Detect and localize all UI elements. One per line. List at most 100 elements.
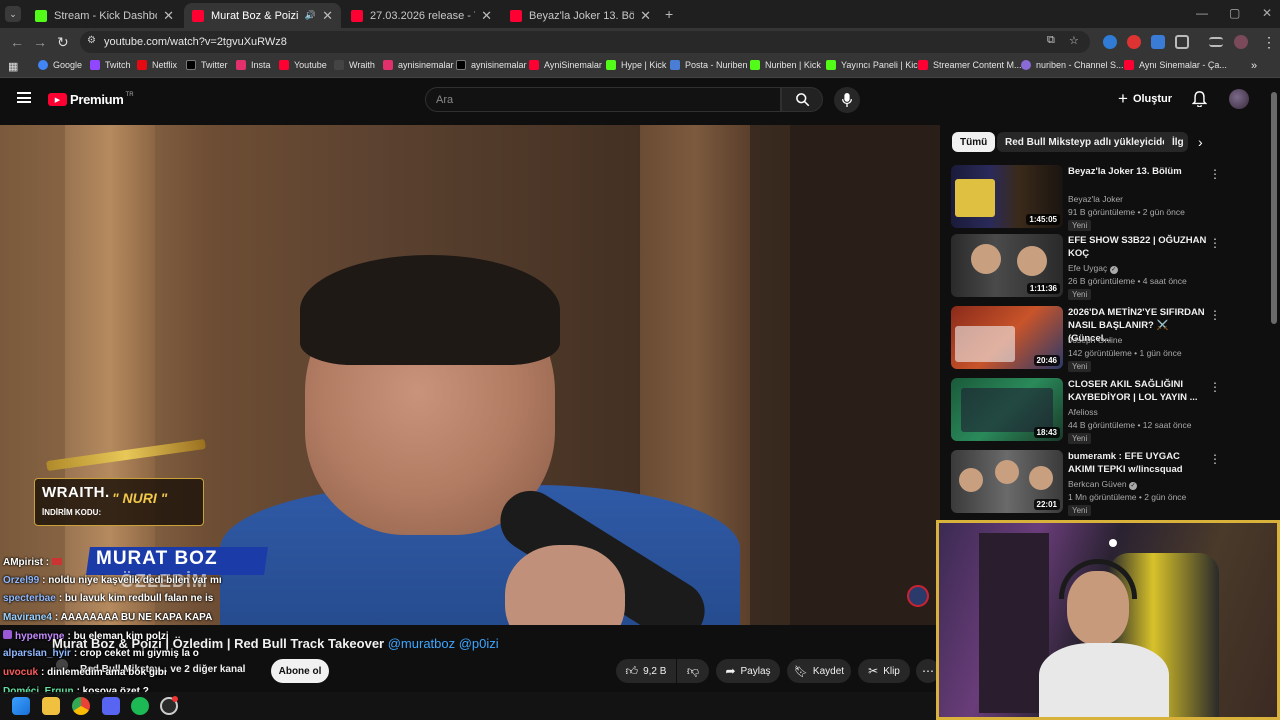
file-explorer-icon[interactable] — [42, 697, 60, 715]
bookmark-hype-kick[interactable]: Hype | Kick — [606, 60, 666, 70]
recommended-video[interactable]: 20:46 2026'DA METİN2'YE SIFIRDAN NASIL B… — [951, 306, 1221, 372]
more-options-icon[interactable]: ⋮ — [1209, 380, 1221, 394]
browser-tab-release[interactable]: 27.03.2026 release - YouTube ✕ — [343, 3, 500, 28]
chips-next-icon[interactable]: › — [1198, 134, 1203, 150]
bookmark-twitter[interactable]: Twitter — [186, 60, 228, 70]
close-tab-icon[interactable]: ✕ — [640, 8, 651, 24]
chip-from-uploader[interactable]: Red Bull Miksteyp adlı yükleyiciden — [997, 132, 1182, 152]
spotify-icon[interactable] — [131, 697, 149, 715]
video-channel[interactable]: Berkcan Güven ✓ — [1068, 479, 1137, 490]
bookmark-channel-s[interactable]: nuriben - Channel S... — [1021, 60, 1124, 70]
bookmark-wraith[interactable]: Wraith — [334, 60, 375, 70]
discord-icon[interactable] — [102, 697, 120, 715]
video-thumbnail[interactable]: 22:01 — [951, 450, 1063, 513]
chip-related[interactable]: İlg — [1164, 132, 1188, 152]
notifications-button[interactable] — [1191, 91, 1208, 112]
tab-search-button[interactable]: ⌄ — [5, 6, 21, 22]
subscribe-button[interactable]: Abone ol — [271, 659, 329, 683]
share-button[interactable]: ➦ Paylaş — [716, 659, 780, 683]
more-bookmarks-icon[interactable]: » — [1251, 60, 1257, 72]
reload-icon[interactable]: ↻ — [57, 34, 69, 51]
install-app-icon[interactable]: ⧉ — [1047, 34, 1055, 47]
apps-grid-icon[interactable]: ▦ — [8, 60, 18, 73]
site-info-icon[interactable]: ⚙ — [87, 35, 96, 46]
video-channel[interactable]: Joseph Online — [1068, 335, 1122, 345]
channel-icon — [1021, 60, 1031, 70]
bookmark-aynisinemalar-yt[interactable]: AyniSinemalar — [529, 60, 602, 70]
more-options-icon[interactable]: ⋮ — [1209, 308, 1221, 322]
chip-all[interactable]: Tümü — [952, 132, 996, 152]
more-options-icon[interactable]: ⋮ — [1209, 167, 1221, 181]
bookmark-google[interactable]: Google — [38, 60, 82, 70]
more-options-icon[interactable]: ⋮ — [1209, 236, 1221, 250]
extension-icon[interactable] — [1103, 35, 1117, 49]
search-button[interactable] — [781, 87, 823, 112]
sponsor-code: " NURI " — [112, 490, 168, 506]
bookmark-aynisinemalar-insta[interactable]: aynisinemalar — [383, 60, 454, 70]
chrome-icon[interactable] — [72, 697, 90, 715]
extensions-puzzle-icon[interactable] — [1175, 35, 1189, 49]
close-tab-icon[interactable]: ✕ — [322, 8, 333, 24]
hamburger-menu-icon[interactable] — [17, 92, 31, 103]
browser-tab-kick-dashboard[interactable]: Stream - Kick Dashboard ✕ — [27, 3, 182, 28]
thumbs-up-icon: 👍︎ — [625, 663, 639, 678]
bookmark-youtube[interactable]: Youtube — [279, 60, 327, 70]
dislike-button[interactable]: 👎︎ — [677, 659, 709, 683]
bookmark-insta[interactable]: Insta — [236, 60, 271, 70]
video-channel[interactable]: Efe Uygaç ✓ — [1068, 263, 1118, 274]
bookmark-posta[interactable]: Posta - Nuriben — [670, 60, 748, 70]
video-thumbnail[interactable]: 1:45:05 — [951, 165, 1063, 228]
video-thumbnail[interactable]: 20:46 — [951, 306, 1063, 369]
bookmark-yayinci-paneli[interactable]: Yayıncı Paneli | Kick — [826, 60, 922, 70]
bookmark-aynisinemalar-x[interactable]: aynisinemalar — [456, 60, 527, 70]
back-icon[interactable]: ← — [10, 34, 24, 50]
windows-start-icon[interactable] — [12, 697, 30, 715]
notification-dot-icon — [172, 696, 178, 702]
minimize-icon[interactable]: — — [1196, 6, 1208, 20]
youtube-logo[interactable]: ▶ Premium TR — [48, 92, 134, 107]
extension-icon[interactable] — [1151, 35, 1165, 49]
account-avatar[interactable] — [1229, 89, 1249, 109]
bookmark-nuriben-kick[interactable]: Nuriben | Kick — [750, 60, 821, 70]
recommended-video[interactable]: 18:43 CLOSER AKIL SAĞLIĞINI KAYBEDİYOR |… — [951, 378, 1221, 444]
video-thumbnail[interactable]: 18:43 — [951, 378, 1063, 441]
like-button[interactable]: 👍︎ 9,2 B — [616, 659, 676, 683]
save-button[interactable]: 🔖︎ Kaydet — [787, 659, 851, 683]
maximize-icon[interactable]: ▢ — [1229, 6, 1240, 20]
speaker-icon[interactable]: 🔊 — [305, 10, 316, 21]
close-window-icon[interactable]: ✕ — [1262, 6, 1272, 20]
bookmark-star-icon[interactable]: ☆ — [1069, 34, 1079, 47]
chat-text: : dinlemedim ama bok gibi — [41, 667, 167, 678]
bookmark-label: Youtube — [294, 60, 327, 70]
close-tab-icon[interactable]: ✕ — [481, 8, 492, 24]
address-bar[interactable]: ⚙ youtube.com/watch?v=2tgvuXuRWz8 ⧉ ☆ — [80, 31, 1090, 53]
recommended-video[interactable]: 22:01 bumeramk : EFE UYGAC AKIMI TEPKI w… — [951, 450, 1221, 516]
page-scrollbar[interactable] — [1271, 92, 1277, 324]
more-options-icon[interactable]: ⋮ — [1209, 452, 1221, 466]
bookmark-netflix[interactable]: Netflix — [137, 60, 177, 70]
voice-search-button[interactable] — [834, 87, 860, 113]
browser-menu-icon[interactable]: ⋮ — [1262, 34, 1276, 51]
recommended-video[interactable]: 1:45:05 Beyaz'la Joker 13. Bölüm Beyaz'l… — [951, 165, 1221, 231]
recommended-video[interactable]: 1:11:36 EFE SHOW S3B22 | OĞUZHAN KOÇ Efe… — [951, 234, 1221, 300]
clip-button[interactable]: ✂ Klip — [858, 659, 910, 683]
browser-tab-beyazla-joker[interactable]: Beyaz'la Joker 13. Bölüm - YouT ✕ — [502, 3, 659, 28]
forward-icon[interactable]: → — [33, 34, 47, 50]
media-control-icon[interactable] — [1209, 37, 1223, 47]
profile-avatar-icon[interactable] — [1234, 35, 1248, 49]
bookmark-twitch[interactable]: Twitch — [90, 60, 131, 70]
bookmark-label: Hype | Kick — [621, 60, 667, 70]
video-channel[interactable]: Beyaz'la Joker — [1068, 194, 1123, 204]
bookmark-streamer-content[interactable]: Streamer Content M... — [918, 60, 1022, 70]
extension-icon[interactable] — [1127, 35, 1141, 49]
create-button[interactable]: + Oluştur — [1118, 88, 1172, 110]
video-title-mentions[interactable]: @muratboz @p0izi — [388, 636, 499, 651]
channel-name: Efe Uygaç — [1068, 263, 1108, 273]
browser-tab-murat-boz[interactable]: Murat Boz & Poizi | Özledim 🔊 ✕ — [184, 3, 341, 28]
bookmark-ayni-sinemalar[interactable]: Aynı Sinemalar - Ça... — [1124, 60, 1227, 70]
search-input[interactable]: Ara — [425, 87, 781, 112]
new-tab-icon[interactable]: + — [665, 6, 673, 22]
video-channel[interactable]: Afelioss — [1068, 407, 1098, 417]
close-tab-icon[interactable]: ✕ — [163, 8, 174, 24]
video-thumbnail[interactable]: 1:11:36 — [951, 234, 1063, 297]
